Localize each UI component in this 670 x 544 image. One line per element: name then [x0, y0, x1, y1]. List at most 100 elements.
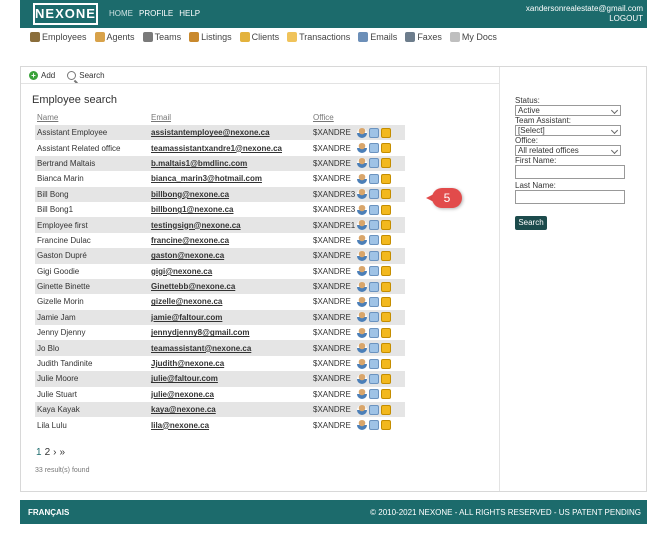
nav-listings[interactable]: Listings	[189, 32, 232, 42]
lock-icon[interactable]	[381, 266, 391, 277]
column-office-header[interactable]: Office	[313, 113, 357, 125]
edit-profile-icon[interactable]	[357, 358, 367, 369]
top-nav-profile[interactable]: PROFILE	[139, 9, 173, 18]
last-name-input[interactable]	[515, 190, 625, 204]
first-name-input[interactable]	[515, 165, 625, 179]
contact-card-icon[interactable]	[369, 158, 379, 169]
top-nav-help[interactable]: HELP	[179, 9, 200, 18]
contact-card-icon[interactable]	[369, 127, 379, 138]
nav-emails[interactable]: Emails	[358, 32, 397, 42]
lock-icon[interactable]	[381, 189, 391, 200]
contact-card-icon[interactable]	[369, 420, 379, 431]
employee-email-link[interactable]: Jjudith@nexone.ca	[151, 359, 313, 368]
edit-profile-icon[interactable]	[357, 312, 367, 323]
employee-email-link[interactable]: testingsign@nexone.ca	[151, 221, 313, 230]
lock-icon[interactable]	[381, 343, 391, 354]
edit-profile-icon[interactable]	[357, 420, 367, 431]
employee-email-link[interactable]: kaya@nexone.ca	[151, 405, 313, 414]
nav-employees[interactable]: Employees	[30, 32, 87, 42]
edit-profile-icon[interactable]	[357, 343, 367, 354]
lock-icon[interactable]	[381, 296, 391, 307]
page-1[interactable]: 1	[36, 447, 42, 458]
contact-card-icon[interactable]	[369, 373, 379, 384]
lock-icon[interactable]	[381, 281, 391, 292]
employee-email-link[interactable]: jennydjenny8@gmail.com	[151, 328, 313, 337]
employee-email-link[interactable]: teamassistant@nexone.ca	[151, 344, 313, 353]
edit-profile-icon[interactable]	[357, 189, 367, 200]
edit-profile-icon[interactable]	[357, 389, 367, 400]
contact-card-icon[interactable]	[369, 404, 379, 415]
contact-card-icon[interactable]	[369, 296, 379, 307]
employee-email-link[interactable]: gizelle@nexone.ca	[151, 297, 313, 306]
contact-card-icon[interactable]	[369, 220, 379, 231]
edit-profile-icon[interactable]	[357, 281, 367, 292]
employee-email-link[interactable]: gaston@nexone.ca	[151, 251, 313, 260]
contact-card-icon[interactable]	[369, 235, 379, 246]
add-button[interactable]: + Add	[29, 71, 55, 80]
lock-icon[interactable]	[381, 173, 391, 184]
page-2[interactable]: 2	[45, 447, 51, 458]
next-page[interactable]: ›	[53, 447, 56, 458]
edit-profile-icon[interactable]	[357, 404, 367, 415]
column-name-header[interactable]: Name	[35, 113, 151, 125]
lock-icon[interactable]	[381, 404, 391, 415]
lock-icon[interactable]	[381, 143, 391, 154]
employee-email-link[interactable]: gigi@nexone.ca	[151, 267, 313, 276]
language-link[interactable]: FRANÇAIS	[28, 508, 69, 517]
lock-icon[interactable]	[381, 250, 391, 261]
nav-teams[interactable]: Teams	[142, 32, 181, 42]
lock-icon[interactable]	[381, 235, 391, 246]
lock-icon[interactable]	[381, 158, 391, 169]
edit-profile-icon[interactable]	[357, 158, 367, 169]
edit-profile-icon[interactable]	[357, 235, 367, 246]
employee-email-link[interactable]: julie@faltour.com	[151, 374, 313, 383]
lock-icon[interactable]	[381, 373, 391, 384]
employee-email-link[interactable]: lila@nexone.ca	[151, 421, 313, 430]
lock-icon[interactable]	[381, 127, 391, 138]
edit-profile-icon[interactable]	[357, 127, 367, 138]
lock-icon[interactable]	[381, 389, 391, 400]
edit-profile-icon[interactable]	[357, 220, 367, 231]
lock-icon[interactable]	[381, 220, 391, 231]
nexone-logo[interactable]: NEXONE	[33, 3, 98, 25]
nav-faxes[interactable]: Faxes	[405, 32, 442, 42]
employee-email-link[interactable]: billbong@nexone.ca	[151, 190, 313, 199]
contact-card-icon[interactable]	[369, 189, 379, 200]
edit-profile-icon[interactable]	[357, 250, 367, 261]
nav-transactions[interactable]: Transactions	[287, 32, 350, 42]
lock-icon[interactable]	[381, 204, 391, 215]
lock-icon[interactable]	[381, 358, 391, 369]
lock-icon[interactable]	[381, 327, 391, 338]
employee-email-link[interactable]: francine@nexone.ca	[151, 236, 313, 245]
employee-email-link[interactable]: assistantemployee@nexone.ca	[151, 128, 313, 137]
employee-email-link[interactable]: bianca_marin3@hotmail.com	[151, 174, 313, 183]
employee-email-link[interactable]: Ginettebb@nexone.ca	[151, 282, 313, 291]
nav-clients[interactable]: Clients	[239, 32, 279, 42]
contact-card-icon[interactable]	[369, 389, 379, 400]
edit-profile-icon[interactable]	[357, 173, 367, 184]
contact-card-icon[interactable]	[369, 327, 379, 338]
edit-profile-icon[interactable]	[357, 204, 367, 215]
nav-agents[interactable]: Agents	[94, 32, 135, 42]
search-toggle-button[interactable]: Search	[67, 71, 105, 80]
lock-icon[interactable]	[381, 312, 391, 323]
edit-profile-icon[interactable]	[357, 373, 367, 384]
employee-email-link[interactable]: jamie@faltour.com	[151, 313, 313, 322]
nav-my-docs[interactable]: My Docs	[449, 32, 497, 42]
top-nav-home[interactable]: HOME	[109, 9, 133, 18]
edit-profile-icon[interactable]	[357, 266, 367, 277]
contact-card-icon[interactable]	[369, 266, 379, 277]
logout-link[interactable]: LOGOUT	[526, 14, 643, 24]
office-select[interactable]: All related offices	[515, 145, 621, 156]
employee-email-link[interactable]: billbong1@nexone.ca	[151, 205, 313, 214]
lock-icon[interactable]	[381, 420, 391, 431]
employee-email-link[interactable]: b.maltais1@bmdlinc.com	[151, 159, 313, 168]
contact-card-icon[interactable]	[369, 343, 379, 354]
contact-card-icon[interactable]	[369, 358, 379, 369]
edit-profile-icon[interactable]	[357, 143, 367, 154]
team-assistant-select[interactable]: [Select]	[515, 125, 621, 136]
contact-card-icon[interactable]	[369, 143, 379, 154]
status-select[interactable]: Active	[515, 105, 621, 116]
last-page[interactable]: »	[59, 447, 65, 458]
contact-card-icon[interactable]	[369, 173, 379, 184]
